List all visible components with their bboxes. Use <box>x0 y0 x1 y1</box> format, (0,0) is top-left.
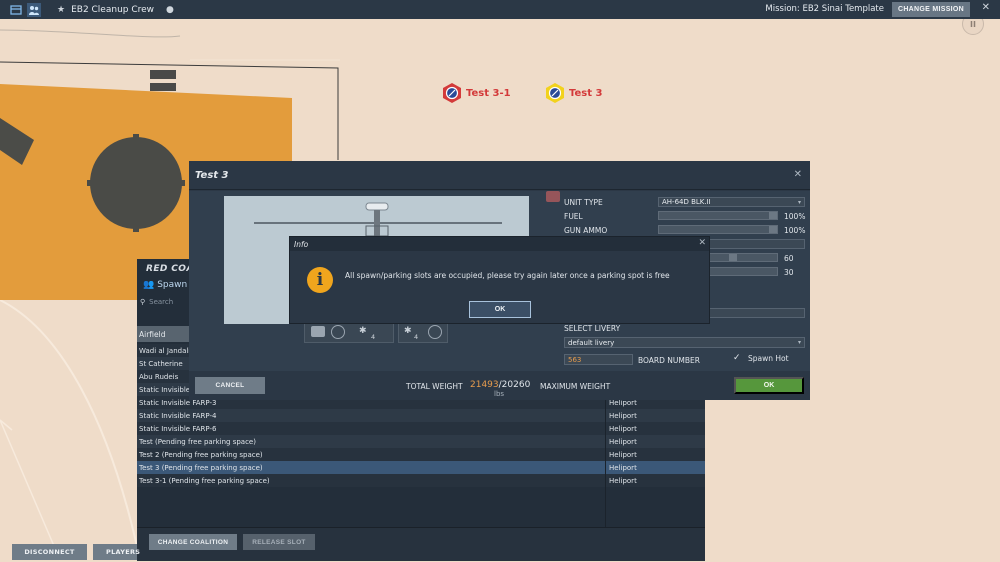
missile-icon: ✱ <box>404 326 412 336</box>
hostile-unit-icon <box>546 83 564 103</box>
maximum-weight-label: MAXIMUM WEIGHT <box>540 382 611 391</box>
table-row[interactable]: Test (Pending free parking space) Helipor… <box>137 435 705 448</box>
spawn-hot-checkbox[interactable]: ✓ Spawn Hot <box>733 353 789 364</box>
map-unit-label: Test 3 <box>569 87 603 99</box>
unit-dialog-header: Test 3 ✕ <box>189 161 810 190</box>
total-weight-label: TOTAL WEIGHT <box>406 382 463 391</box>
board-number-input[interactable]: 563 <box>564 354 633 365</box>
unit-dialog-title: Test 3 <box>195 170 229 181</box>
livery-value: default livery <box>568 338 615 347</box>
table-row[interactable]: Static Invisible FARP-4 Heliport <box>137 409 705 422</box>
info-modal-header: Info ✕ <box>290 237 709 251</box>
pylon-empty-icon <box>428 325 442 339</box>
slot-name: Test (Pending free parking space) <box>139 437 256 446</box>
map-unit-test-3-1[interactable]: Test 3-1 <box>442 82 511 104</box>
pause-icon: II <box>970 19 976 29</box>
slot-name: Test 3 (Pending free parking space) <box>139 463 263 472</box>
ok-button[interactable]: OK <box>734 377 804 394</box>
slot-type: Heliport <box>605 435 705 448</box>
slot-name: Test 3-1 (Pending free parking space) <box>139 476 270 485</box>
slot-type: Heliport <box>605 461 705 474</box>
unit-type-select[interactable]: AH-64D BLK.II ▾ <box>658 197 805 207</box>
gun-ammo-value: 100% <box>784 226 806 235</box>
faction-icon <box>546 191 560 202</box>
loadout-count: 4 <box>414 333 419 341</box>
info-modal: Info ✕ i All spawn/parking slots are occ… <box>289 236 710 324</box>
change-coalition-button[interactable]: CHANGE COALITION <box>149 534 237 550</box>
server-title: ★ EB2 Cleanup Crew <box>57 5 154 15</box>
table-row[interactable]: Static Invisible FARP-6 Heliport <box>137 422 705 435</box>
mission-name: Mission: EB2 Sinai Template <box>765 4 884 14</box>
unit-type-label: UNIT TYPE <box>564 198 603 207</box>
board-number-label: BOARD NUMBER <box>638 356 700 365</box>
players-button[interactable]: PLAYERS <box>93 544 140 560</box>
server-name: EB2 Cleanup Crew <box>71 4 155 15</box>
info-ok-button[interactable]: OK <box>469 301 531 318</box>
table-row[interactable]: Test 3 (Pending free parking space) Helip… <box>137 461 705 474</box>
slot-type: Heliport <box>605 422 705 435</box>
slider-thumb[interactable] <box>769 212 777 219</box>
checkmark-icon: ✓ <box>733 353 741 363</box>
slider-thumb[interactable] <box>729 254 737 261</box>
table-row[interactable]: Test 3-1 (Pending free parking space) Hel… <box>137 474 705 487</box>
pylon-empty-icon <box>331 325 345 339</box>
slot-name: Test 2 (Pending free parking space) <box>139 450 263 459</box>
spawn-hot-label: Spawn Hot <box>748 354 789 363</box>
max-weight: /20260 <box>498 380 531 390</box>
slot-type: Heliport <box>605 474 705 487</box>
map-unit-label: Test 3-1 <box>466 87 511 99</box>
top-bar: ★ EB2 Cleanup Crew ● Mission: EB2 Sinai … <box>0 0 1000 19</box>
star-icon[interactable]: ★ <box>57 5 65 15</box>
table-row[interactable]: Test 2 (Pending free parking space) Helip… <box>137 448 705 461</box>
slot-name: Static Invisible FARP-4 <box>139 411 217 420</box>
property-value-30: 30 <box>784 268 794 277</box>
slider-thumb[interactable] <box>769 226 777 233</box>
weight-unit: lbs <box>494 390 505 398</box>
release-slot-button[interactable]: RELEASE SLOT <box>243 534 315 550</box>
fuel-label: FUEL <box>564 212 583 221</box>
fuel-slider[interactable] <box>658 211 778 220</box>
close-icon[interactable]: ✕ <box>794 169 802 180</box>
info-modal-title: Info <box>294 240 309 249</box>
select-livery-label: SELECT LIVERY <box>564 324 621 333</box>
info-message: All spawn/parking slots are occupied, pl… <box>345 271 670 280</box>
board-number-value: 563 <box>568 355 582 364</box>
gun-ammo-label: GUN AMMO <box>564 226 608 235</box>
change-mission-button[interactable]: CHANGE MISSION <box>892 2 970 17</box>
livery-select[interactable]: default livery ▾ <box>564 337 805 348</box>
search-placeholder: Search <box>149 298 174 306</box>
hostile-unit-icon <box>443 83 461 103</box>
missile-icon: ✱ <box>359 326 367 336</box>
fuel-value: 100% <box>784 212 806 221</box>
cancel-button[interactable]: CANCEL <box>195 377 265 394</box>
chevron-down-icon: ▾ <box>797 339 801 346</box>
slots-footer: CHANGE COALITION RELEASE SLOT <box>137 527 705 561</box>
loadout-pylon-group-2[interactable]: ✱ 4 <box>398 321 448 343</box>
user-icon[interactable]: ● <box>166 5 174 15</box>
loadout-pylon-group-1[interactable]: ✱ 4 <box>304 321 394 343</box>
loadout-count: 4 <box>371 333 376 341</box>
disconnect-button[interactable]: DISCONNECT <box>12 544 87 560</box>
property-value-60: 60 <box>784 254 794 263</box>
gun-ammo-slider[interactable] <box>658 225 778 234</box>
close-icon[interactable]: ✕ <box>982 2 990 13</box>
slot-type: Heliport <box>605 448 705 461</box>
slot-type: Heliport <box>605 409 705 422</box>
slot-name: Static Invisible FARP-6 <box>139 424 217 433</box>
multiplayer-icon[interactable] <box>27 2 41 17</box>
users-icon: 👥 <box>143 280 155 290</box>
total-weight-value: 21493/20260 <box>470 380 530 390</box>
current-weight: 21493 <box>470 380 499 390</box>
info-icon: i <box>307 267 333 293</box>
search-icon: ⚲ <box>140 298 146 306</box>
pylon-icon <box>311 326 325 337</box>
close-icon[interactable]: ✕ <box>698 238 706 248</box>
mission-editor-icon[interactable] <box>9 3 23 17</box>
map-unit-test-3[interactable]: Test 3 <box>545 82 602 104</box>
chevron-down-icon: ▾ <box>797 198 801 206</box>
unit-type-value: AH-64D BLK.II <box>662 198 711 206</box>
